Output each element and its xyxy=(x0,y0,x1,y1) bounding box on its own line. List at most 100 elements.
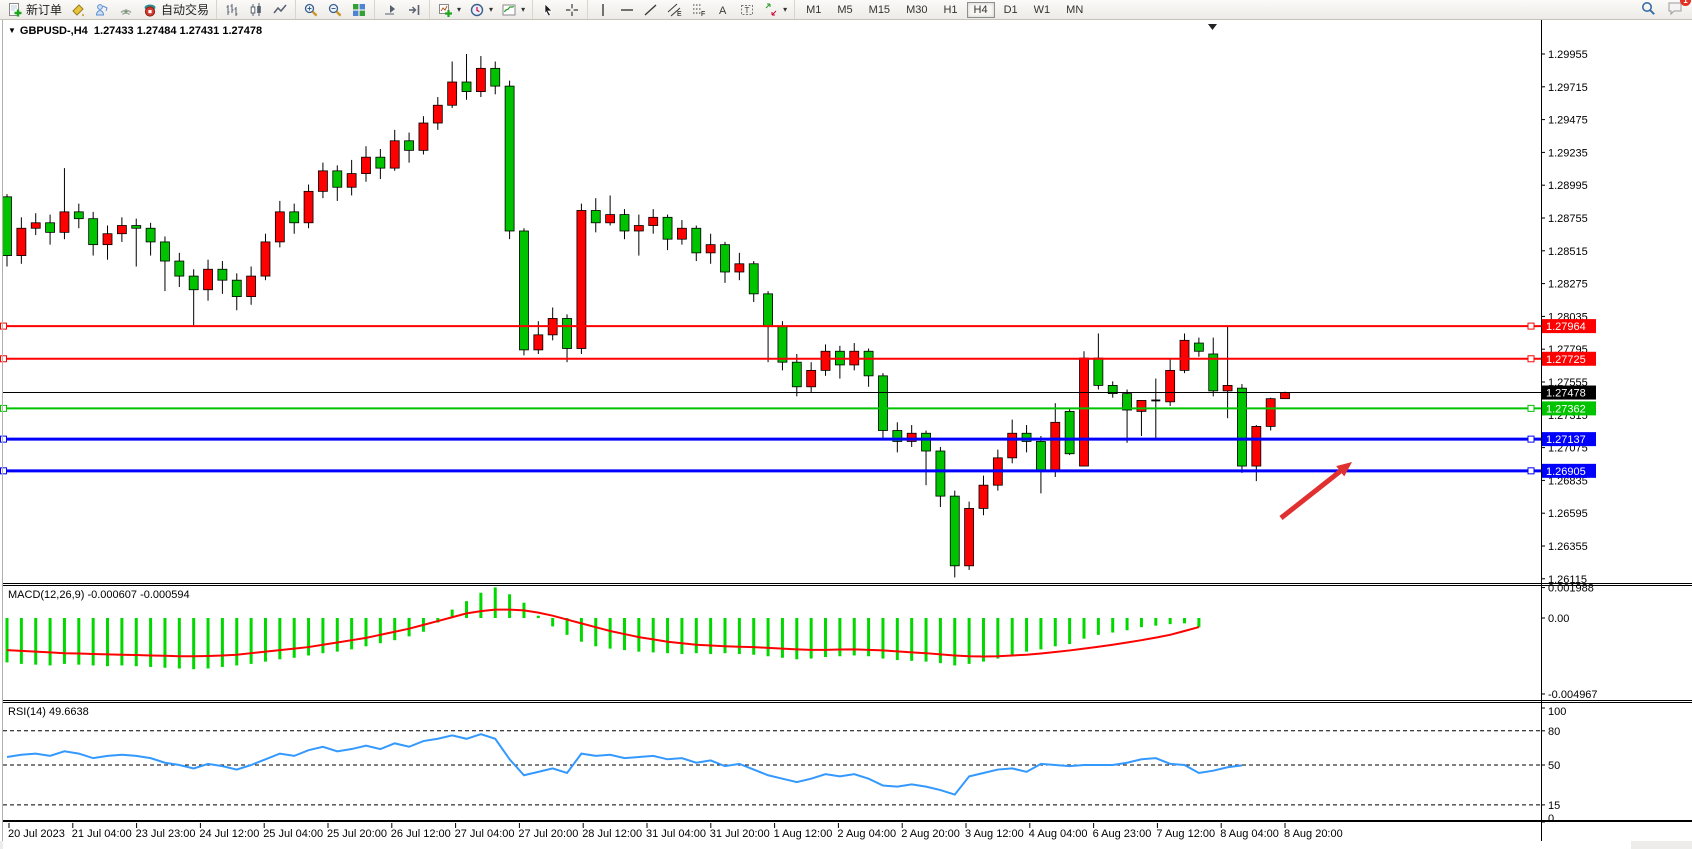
auto-trading-button-label: 自动交易 xyxy=(161,1,209,18)
crosshair-button[interactable] xyxy=(560,1,584,18)
vline-icon xyxy=(595,2,611,18)
auto-trading-button[interactable]: 自动交易 xyxy=(138,1,213,18)
toolbar-group: ▾ ▾ ▾ xyxy=(429,0,532,19)
line-handle[interactable] xyxy=(1528,323,1534,329)
chevron-down-icon[interactable]: ▾ xyxy=(521,5,525,14)
price-tick-label: 1.26355 xyxy=(1548,541,1588,553)
timeframe-m15[interactable]: M15 xyxy=(862,2,897,18)
time-tick-label: 6 Aug 23:00 xyxy=(1093,828,1152,840)
timeframe-m5[interactable]: M5 xyxy=(830,2,859,18)
toolbar-group: 新订单 自动交易 xyxy=(0,0,216,19)
bar-chart-button[interactable] xyxy=(220,1,244,18)
time-tick-label: 26 Jul 12:00 xyxy=(391,828,451,840)
timeframe-w1[interactable]: W1 xyxy=(1027,2,1058,18)
price-tick-label: 1.28995 xyxy=(1548,180,1588,192)
line-chart-icon xyxy=(272,2,288,18)
timeframe-mn[interactable]: MN xyxy=(1059,2,1090,18)
search-button[interactable] xyxy=(1640,0,1657,20)
svg-text:T: T xyxy=(745,6,750,15)
chevron-down-icon[interactable]: ▾ xyxy=(457,5,461,14)
chevron-down-icon[interactable]: ▾ xyxy=(489,5,493,14)
candlestick-chart-button[interactable] xyxy=(244,1,268,18)
cursor-button[interactable] xyxy=(536,1,560,18)
rsi-tick-label: 80 xyxy=(1548,726,1560,738)
templates-button[interactable]: ▾ xyxy=(497,1,529,18)
line-handle[interactable] xyxy=(1,436,7,442)
chart-shift-button[interactable] xyxy=(402,1,426,18)
chart-window[interactable]: 1.299551.297151.294751.292351.289951.287… xyxy=(0,19,1692,849)
time-tick-label: 23 Jul 23:00 xyxy=(136,828,196,840)
timeframe-m1[interactable]: M1 xyxy=(799,2,828,18)
zoom-out-button[interactable] xyxy=(323,1,347,18)
tline-icon xyxy=(643,2,659,18)
rsi-tick-label: 50 xyxy=(1548,760,1560,772)
time-tick-label: 31 Jul 04:00 xyxy=(646,828,706,840)
vertical-line-button[interactable] xyxy=(591,1,615,18)
time-tick-label: 28 Jul 12:00 xyxy=(582,828,642,840)
time-tick-label: 8 Aug 04:00 xyxy=(1220,828,1279,840)
fibo-icon: F xyxy=(691,2,707,18)
line-handle[interactable] xyxy=(1,356,7,362)
new-chart-button[interactable]: ▾ xyxy=(433,1,465,18)
arrows-button[interactable]: ▾ xyxy=(759,1,791,18)
time-tick-label: 27 Jul 20:00 xyxy=(518,828,578,840)
line-handle[interactable] xyxy=(1,405,7,411)
new-order-button[interactable]: 新订单 xyxy=(3,1,66,18)
autoscroll-icon xyxy=(382,2,398,18)
line-chart-button[interactable] xyxy=(268,1,292,18)
svg-text:1.27478: 1.27478 xyxy=(1546,388,1586,400)
timeframe-h4[interactable]: H4 xyxy=(967,2,995,18)
chat-button[interactable]: 1 xyxy=(1667,0,1684,20)
svg-text:1.27964: 1.27964 xyxy=(1546,321,1586,333)
time-tick-label: 25 Jul 04:00 xyxy=(263,828,323,840)
template-icon xyxy=(501,2,517,18)
svg-text:1.27137: 1.27137 xyxy=(1546,434,1586,446)
time-tick-label: 21 Jul 04:00 xyxy=(72,828,132,840)
equidistant-channel-button[interactable]: E xyxy=(663,1,687,18)
line-handle[interactable] xyxy=(1,323,7,329)
horizontal-line-button[interactable] xyxy=(615,1,639,18)
line-handle[interactable] xyxy=(1528,436,1534,442)
search-icon xyxy=(1640,6,1657,20)
price-tag-1.27964: 1.27964 xyxy=(1542,319,1596,333)
trading-platform-window: 新订单 自动交易 ▾ ▾ ▾ EFA T ▾ M1M5M15M30H1H4D1W1MN 1 1.2… xyxy=(0,0,1692,849)
signal-button[interactable] xyxy=(114,1,138,18)
time-tick-label: 8 Aug 20:00 xyxy=(1284,828,1343,840)
timeframe-h1[interactable]: H1 xyxy=(936,2,964,18)
line-handle[interactable] xyxy=(1528,356,1534,362)
price-tag-1.27478: 1.27478 xyxy=(1542,386,1596,400)
time-tick-label: 2 Aug 04:00 xyxy=(837,828,896,840)
svg-text:1.26905: 1.26905 xyxy=(1546,466,1586,478)
time-tick-label: 2 Aug 20:00 xyxy=(901,828,960,840)
timeframe-m30[interactable]: M30 xyxy=(899,2,934,18)
toolbar-group xyxy=(532,0,587,19)
toolbar-right: 1 xyxy=(1640,0,1692,20)
chevron-down-icon[interactable]: ▾ xyxy=(783,5,787,14)
fibonacci-button[interactable]: F xyxy=(687,1,711,18)
time-tick-label: 1 Aug 12:00 xyxy=(774,828,833,840)
toolbar-group xyxy=(216,0,295,19)
trendline-button[interactable] xyxy=(639,1,663,18)
timeframe-d1[interactable]: D1 xyxy=(997,2,1025,18)
profiles-button[interactable] xyxy=(90,1,114,18)
price-tick-label: 1.29235 xyxy=(1548,147,1588,159)
periods-button[interactable]: ▾ xyxy=(465,1,497,18)
chart-canvas[interactable]: 1.299551.297151.294751.292351.289951.287… xyxy=(0,19,1692,849)
autotrade-icon xyxy=(142,2,158,18)
new-order-icon xyxy=(7,2,23,18)
channel-icon: E xyxy=(667,2,683,18)
line-handle[interactable] xyxy=(1,468,7,474)
rsi-tick-label: 100 xyxy=(1548,706,1566,718)
tile-windows-button[interactable] xyxy=(347,1,371,18)
styler-button[interactable] xyxy=(66,1,90,18)
line-handle[interactable] xyxy=(1528,468,1534,474)
text-label-button[interactable]: T xyxy=(735,1,759,18)
zoom-in-button[interactable] xyxy=(299,1,323,18)
text-button[interactable]: A xyxy=(711,1,735,18)
arrows-icon xyxy=(763,2,779,18)
text-a-icon: A xyxy=(715,2,731,18)
profiles-icon xyxy=(94,2,110,18)
svg-text:1.27362: 1.27362 xyxy=(1546,403,1586,415)
line-handle[interactable] xyxy=(1528,405,1534,411)
auto-scroll-button[interactable] xyxy=(378,1,402,18)
